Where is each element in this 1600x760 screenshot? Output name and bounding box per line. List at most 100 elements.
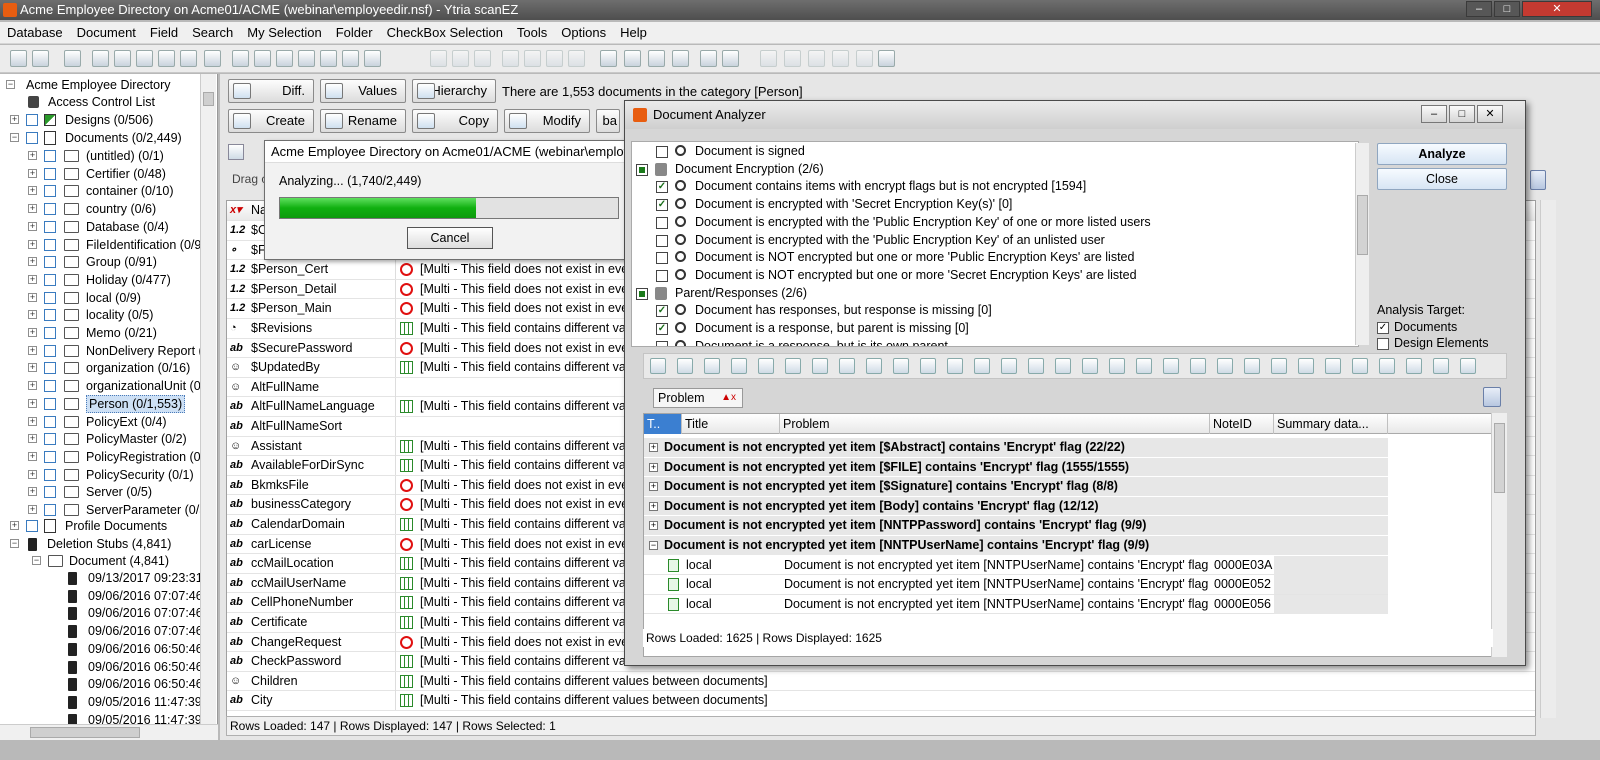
tree-checkbox[interactable] xyxy=(44,415,56,428)
close-window-button[interactable]: ✕ xyxy=(1522,1,1592,17)
copy-button[interactable]: Copy xyxy=(412,109,498,133)
menu-folder[interactable]: Folder xyxy=(329,22,380,44)
criteria-item[interactable]: Parent/Responses (2/6) xyxy=(632,285,1352,303)
maximize-button[interactable]: □ xyxy=(1494,1,1520,17)
print-icon[interactable] xyxy=(624,50,641,67)
grid-option-icon[interactable] xyxy=(228,144,244,160)
doc-action-1-icon[interactable] xyxy=(760,50,777,67)
paste-icon[interactable] xyxy=(974,358,990,374)
batch-button[interactable]: ba xyxy=(596,109,620,133)
tree-checkbox[interactable] xyxy=(44,220,56,233)
criteria-item[interactable]: ✓ Document is encrypted with 'Secret Encr… xyxy=(632,196,1352,214)
problem-row[interactable]: local Document is not encrypted yet item … xyxy=(644,575,1388,595)
link-icon[interactable] xyxy=(722,50,739,67)
expand-icon[interactable]: + xyxy=(28,469,37,479)
doc-delete-icon[interactable] xyxy=(878,50,895,67)
filter-icon[interactable] xyxy=(1190,358,1206,374)
expand-icon[interactable]: + xyxy=(28,257,37,267)
tree-checkbox[interactable] xyxy=(44,468,56,481)
find-icon[interactable] xyxy=(136,50,153,67)
menu-database[interactable]: Database xyxy=(0,22,70,44)
problem-group-row[interactable]: + Document is not encrypted yet item [Bod… xyxy=(644,496,1388,517)
problem-row[interactable]: local Document is not encrypted yet item … xyxy=(644,594,1388,615)
tools-icon[interactable] xyxy=(204,50,221,67)
checkbox[interactable] xyxy=(656,340,668,346)
problems-scrollbar[interactable] xyxy=(1491,413,1507,657)
menu-help[interactable]: Help xyxy=(613,22,654,44)
expand-icon[interactable]: + xyxy=(28,221,37,231)
expand-all-icon[interactable] xyxy=(650,358,666,374)
tree-checkbox[interactable] xyxy=(44,433,56,446)
fields-vertical-scrollbar[interactable] xyxy=(1540,200,1556,718)
expand-icon[interactable]: + xyxy=(28,151,37,160)
config-icon[interactable] xyxy=(1433,358,1449,374)
criteria-item[interactable]: Document is signed xyxy=(632,143,1352,161)
open-icon[interactable] xyxy=(1028,358,1044,374)
values-button[interactable]: Values xyxy=(320,79,406,103)
trash-icon[interactable] xyxy=(1530,170,1546,190)
close-button[interactable]: Close xyxy=(1377,168,1507,190)
expand-icon[interactable]: + xyxy=(28,505,37,514)
scroll-thumb[interactable] xyxy=(1494,423,1505,493)
search-icon[interactable] xyxy=(114,50,131,67)
add-icon[interactable] xyxy=(704,358,720,374)
next-icon[interactable] xyxy=(1271,358,1287,374)
export-file-icon[interactable] xyxy=(1325,358,1341,374)
dialog-minimize-button[interactable]: – xyxy=(1421,105,1447,123)
search-icon[interactable] xyxy=(1163,358,1179,374)
check-range-icon[interactable] xyxy=(524,50,541,67)
field-row[interactable]: ☺ Children [Multi - This field contains di… xyxy=(227,671,1535,692)
settings-icon[interactable] xyxy=(700,50,717,67)
expand-icon[interactable]: + xyxy=(28,434,37,444)
cancel-button[interactable]: Cancel xyxy=(407,227,493,249)
checkbox[interactable]: ✓ xyxy=(656,323,668,335)
criteria-item[interactable]: Document is NOT encrypted but one or mor… xyxy=(632,267,1352,285)
zoom-out-icon[interactable] xyxy=(1136,358,1152,374)
export-icon[interactable] xyxy=(1001,358,1017,374)
minimize-button[interactable]: – xyxy=(1466,1,1492,17)
tree-checkbox[interactable] xyxy=(26,132,38,144)
target-documents[interactable]: ✓ Documents xyxy=(1377,320,1457,334)
refresh-icon[interactable] xyxy=(672,50,689,67)
create-button[interactable]: Create xyxy=(228,109,314,133)
remove-database-icon[interactable] xyxy=(32,50,49,67)
trash-icon[interactable] xyxy=(1483,387,1501,407)
replace-icon[interactable] xyxy=(158,50,175,67)
tree-checkbox[interactable] xyxy=(26,520,38,532)
prev-icon[interactable] xyxy=(1244,358,1260,374)
dialog-maximize-button[interactable]: □ xyxy=(1449,105,1475,123)
select-all-icon[interactable] xyxy=(920,358,936,374)
copy-selection-icon[interactable] xyxy=(254,50,271,67)
zoom-in-icon[interactable] xyxy=(1109,358,1125,374)
expand-icon[interactable]: + xyxy=(28,239,37,249)
folder-move-icon[interactable] xyxy=(342,50,359,67)
check-filter-icon[interactable] xyxy=(546,50,563,67)
tree-checkbox[interactable] xyxy=(44,380,56,393)
expand-icon[interactable]: + xyxy=(28,310,37,320)
criteria-item[interactable]: ✓ Document contains items with encrypt fl… xyxy=(632,178,1352,196)
criteria-item[interactable]: Document is encrypted with the 'Public E… xyxy=(632,232,1352,250)
tree-vertical-scrollbar[interactable] xyxy=(200,74,216,724)
tree-checkbox[interactable] xyxy=(44,486,56,499)
tree-checkbox[interactable] xyxy=(44,256,56,269)
checkbox[interactable] xyxy=(656,234,668,247)
scroll-thumb[interactable] xyxy=(1357,195,1368,255)
column-icon[interactable] xyxy=(1379,358,1395,374)
criteria-item[interactable]: Document is NOT encrypted but one or mor… xyxy=(632,249,1352,267)
checkbox[interactable]: ✓ xyxy=(656,199,668,212)
target-design-elements[interactable]: Design Elements xyxy=(1377,336,1489,350)
expand-icon[interactable]: + xyxy=(28,451,37,461)
col-3-icon[interactable] xyxy=(893,358,909,374)
check-all-icon[interactable] xyxy=(502,50,519,67)
tree-checkbox[interactable] xyxy=(44,203,56,216)
tree-checkbox[interactable] xyxy=(44,185,56,198)
expand-icon[interactable]: + xyxy=(28,345,37,355)
tree-horizontal-scrollbar[interactable] xyxy=(0,724,218,740)
rename-button[interactable]: Rename xyxy=(320,109,406,133)
checkbox[interactable]: ✓ xyxy=(656,305,668,318)
doc-action-2-icon[interactable] xyxy=(784,50,801,67)
invert-check-icon[interactable] xyxy=(474,50,491,67)
tree-checkbox[interactable] xyxy=(44,150,56,162)
expand-icon[interactable]: + xyxy=(28,204,37,214)
filter-icon[interactable]: x▾ xyxy=(230,201,248,220)
